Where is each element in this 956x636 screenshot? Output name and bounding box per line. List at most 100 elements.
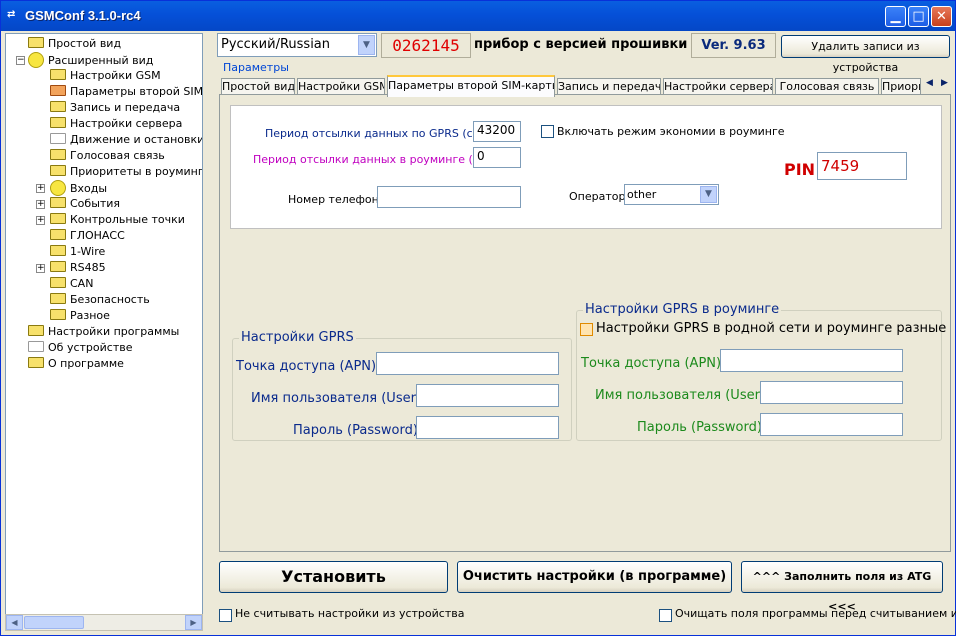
tree-item-glonass[interactable]: ГЛОНАСС <box>50 228 125 244</box>
roaming-apn-input[interactable] <box>720 349 903 372</box>
folder-icon <box>28 37 44 48</box>
tree-item-program-settings[interactable]: Настройки программы <box>28 324 179 340</box>
tree-item-record[interactable]: Запись и передача <box>50 100 180 116</box>
user-input[interactable] <box>416 384 559 407</box>
folder-icon <box>50 229 66 240</box>
tree-item-rs485[interactable]: RS485 <box>50 260 106 276</box>
tree-item-about-program[interactable]: О программе <box>28 356 124 372</box>
roaming-user-input[interactable] <box>760 381 903 404</box>
roaming-password-input[interactable] <box>760 413 903 436</box>
install-button[interactable]: Установить <box>219 561 448 593</box>
circle-icon <box>50 180 66 196</box>
pin-input[interactable]: 7459 <box>817 152 907 180</box>
tree-item-about-device[interactable]: Об устройстве <box>28 340 132 356</box>
tree-item-roaming-priority[interactable]: Приоритеты в роуминге <box>50 164 202 180</box>
clear-before-read-checkbox[interactable] <box>659 609 672 622</box>
fill-from-atg-button[interactable]: ^^^ Заполнить поля из ATG <<< <box>741 561 943 613</box>
gprs-period-label: Период отсылки данных по GPRS (сек): <box>265 127 495 140</box>
operator-select[interactable]: other ▼ <box>624 184 719 205</box>
tree-item-checkpoints[interactable]: Контрольные точки <box>50 212 185 228</box>
tree-item-gsm[interactable]: Настройки GSM <box>50 68 161 84</box>
chevron-down-icon[interactable]: ▼ <box>700 186 717 203</box>
maximize-button[interactable]: □ <box>908 6 929 27</box>
folder-icon <box>50 133 66 144</box>
tree-item-simple-view[interactable]: Простой вид <box>28 36 121 52</box>
gprs-group: Настройки GPRS Точка доступа (APN) Имя п… <box>232 330 572 441</box>
tree-item-server[interactable]: Настройки сервера <box>50 116 182 132</box>
tab-scroll-left-icon[interactable]: ◀ <box>922 76 937 91</box>
gprs-different-label: Настройки GPRS в родной сети и роуминге … <box>596 321 947 336</box>
tab-panel: Период отсылки данных по GPRS (сек): 432… <box>219 94 951 552</box>
expand-icon[interactable]: + <box>36 184 45 193</box>
folder-icon <box>28 325 44 336</box>
tree-horizontal-scrollbar[interactable]: ◀ ▶ <box>5 614 203 631</box>
maximize-icon: □ <box>912 9 925 24</box>
tree-item-inputs[interactable]: Входы <box>50 180 107 196</box>
gprs-roaming-group-title: Настройки GPRS в роуминге <box>583 302 782 317</box>
firmware-label: прибор с версией прошивки <box>474 37 688 52</box>
navigation-tree: Простой вид − Расширенный вид Настройки … <box>5 33 203 629</box>
clear-before-read-label: Очищать поля программы перед считыванием… <box>675 607 956 620</box>
folder-icon <box>50 213 66 224</box>
tab-scroll-right-icon[interactable]: ▶ <box>937 76 952 91</box>
user-label: Имя пользователя (User) <box>251 391 422 406</box>
firmware-version: Ver. 9.63 <box>691 33 776 58</box>
expand-icon[interactable]: + <box>36 200 45 209</box>
pin-label: PIN <box>784 160 816 179</box>
folder-icon <box>50 293 66 304</box>
folder-icon <box>28 357 44 368</box>
scroll-right-icon[interactable]: ▶ <box>185 615 202 630</box>
tree-item-voice[interactable]: Голосовая связь <box>50 148 165 164</box>
expand-icon[interactable]: + <box>36 264 45 273</box>
economy-roaming-checkbox[interactable] <box>541 125 554 138</box>
title-bar[interactable]: ⇄ GSMConf 3.1.0-rc4 ▁ □ ✕ <box>1 1 955 31</box>
roaming-user-label: Имя пользователя (User) <box>595 388 766 403</box>
delete-records-button[interactable]: Удалить записи из устройства <box>781 35 950 74</box>
minimize-button[interactable]: ▁ <box>885 6 906 27</box>
expand-icon[interactable]: + <box>36 216 45 225</box>
tree-item-sim2[interactable]: Параметры второй SIM-к <box>50 84 202 100</box>
phone-input[interactable] <box>377 186 521 208</box>
window-title: GSMConf 3.1.0-rc4 <box>25 8 141 23</box>
apn-input[interactable] <box>376 352 559 375</box>
no-read-checkbox[interactable] <box>219 609 232 622</box>
gprs-different-checkbox[interactable] <box>580 323 593 336</box>
phone-label: Номер телефона <box>288 193 386 206</box>
chevron-down-icon[interactable]: ▼ <box>358 35 375 55</box>
folder-icon <box>50 277 66 288</box>
roaming-period-input[interactable]: 0 <box>473 147 521 168</box>
gprs-roaming-group: Настройки GPRS в роуминге Настройки GPRS… <box>576 302 946 441</box>
folder-icon <box>50 101 66 112</box>
tab-strip: Простой вид Настройки GSM Параметры втор… <box>219 75 952 97</box>
folder-icon <box>50 149 66 160</box>
gprs-period-input[interactable]: 43200 <box>473 121 521 142</box>
main-area: Русский/Russian ▼ 0262145 прибор с верси… <box>211 33 956 631</box>
clear-settings-button[interactable]: Очистить настройки (в программе) <box>457 561 732 593</box>
scroll-thumb[interactable] <box>24 616 84 629</box>
device-serial: 0262145 <box>381 33 471 58</box>
tree-item-1wire[interactable]: 1-Wire <box>50 244 105 260</box>
tree-item-can[interactable]: CAN <box>50 276 93 292</box>
tree-item-motion[interactable]: Движение и остановки <box>50 132 202 148</box>
tree-item-advanced-view[interactable]: Расширенный вид <box>28 52 153 68</box>
roaming-apn-label: Точка доступа (APN) <box>581 356 722 371</box>
collapse-icon[interactable]: − <box>16 56 25 65</box>
close-icon: ✕ <box>936 9 947 24</box>
language-select[interactable]: Русский/Russian ▼ <box>217 33 377 57</box>
sim2-settings-box: Период отсылки данных по GPRS (сек): 432… <box>230 105 942 229</box>
close-button[interactable]: ✕ <box>931 6 952 27</box>
circle-icon <box>28 52 44 68</box>
economy-roaming-label: Включать режим экономии в роуминге <box>557 125 785 138</box>
scroll-left-icon[interactable]: ◀ <box>6 615 23 630</box>
tree-item-events[interactable]: События <box>50 196 120 212</box>
password-input[interactable] <box>416 416 559 439</box>
roaming-period-label: Период отсылки данных в роуминге (сек): <box>253 153 501 166</box>
tree-item-security[interactable]: Безопасность <box>50 292 150 308</box>
tree-item-misc[interactable]: Разное <box>50 308 110 324</box>
folder-icon <box>50 165 66 176</box>
operator-label: Оператор <box>569 190 626 203</box>
folder-icon <box>28 341 44 352</box>
tab-sim2[interactable]: Параметры второй SIM-карты <box>387 75 555 97</box>
folder-icon <box>50 261 66 272</box>
folder-icon <box>50 245 66 256</box>
